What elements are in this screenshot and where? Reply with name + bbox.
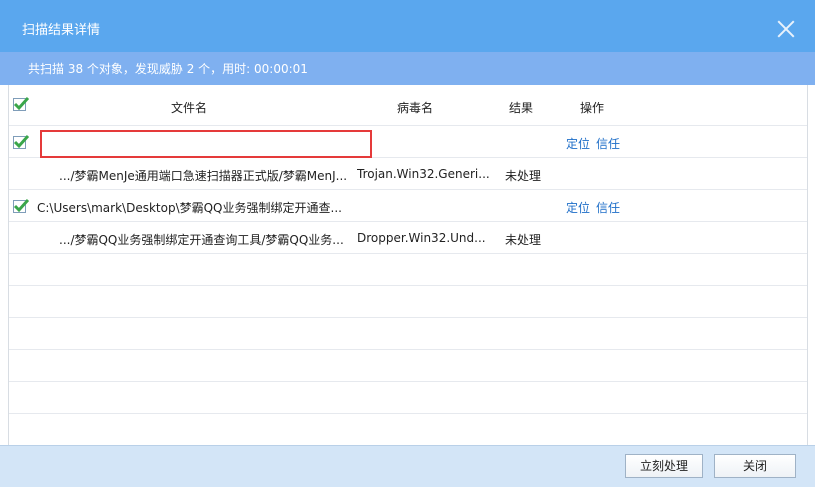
header-result: 结果: [509, 101, 534, 115]
header-filename: 文件名: [171, 101, 208, 115]
threat-detail-row: .../梦霸MenJe通用端口急速扫描器正式版/梦霸MenJ... Trojan…: [9, 158, 807, 190]
close-button[interactable]: 关闭: [714, 454, 796, 478]
locate-link[interactable]: 定位: [566, 199, 590, 216]
detail-virus: Dropper.Win32.Und...: [357, 231, 486, 245]
title-bar: 扫描结果详情: [0, 0, 815, 52]
detail-result: 未处理: [505, 233, 542, 247]
close-icon[interactable]: [777, 20, 795, 38]
threat-group-row[interactable]: 定位 信任: [9, 126, 807, 158]
locate-link[interactable]: 定位: [566, 135, 590, 152]
trust-link[interactable]: 信任: [596, 135, 620, 152]
process-now-button[interactable]: 立刻处理: [625, 454, 703, 478]
scan-summary-text: 共扫描 38 个对象，发现威胁 2 个，用时: 00:00:01: [28, 62, 308, 76]
trust-link[interactable]: 信任: [596, 199, 620, 216]
empty-row: [9, 350, 807, 382]
results-table: 文件名 病毒名 结果 操作 定位 信任 .../梦霸MenJe通用端口急速扫描器…: [8, 85, 808, 445]
empty-row: [9, 414, 807, 446]
table-header: 文件名 病毒名 结果 操作: [9, 85, 807, 126]
row-checkbox[interactable]: [13, 134, 29, 149]
empty-row: [9, 254, 807, 286]
header-virus-name: 病毒名: [397, 101, 434, 115]
detail-virus: Trojan.Win32.Generi...: [357, 167, 490, 181]
empty-row: [9, 286, 807, 318]
threat-group-row[interactable]: C:\Users\mark\Desktop\梦霸QQ业务强制绑定开通查... 定…: [9, 190, 807, 222]
scan-result-dialog: 扫描结果详情 共扫描 38 个对象，发现威胁 2 个，用时: 00:00:01 …: [0, 0, 815, 487]
highlight-box: [40, 130, 372, 158]
empty-row: [9, 318, 807, 350]
dialog-footer: 立刻处理 关闭: [0, 445, 815, 487]
dialog-title: 扫描结果详情: [22, 23, 101, 38]
detail-result: 未处理: [505, 169, 542, 183]
row-checkbox[interactable]: [13, 198, 29, 213]
threat-detail-row: .../梦霸QQ业务强制绑定开通查询工具/梦霸QQ业务... Dropper.W…: [9, 222, 807, 254]
threat-path: C:\Users\mark\Desktop\梦霸QQ业务强制绑定开通查...: [37, 201, 342, 215]
header-action: 操作: [580, 101, 605, 115]
detail-file: .../梦霸MenJe通用端口急速扫描器正式版/梦霸MenJ...: [59, 169, 348, 183]
detail-file: .../梦霸QQ业务强制绑定开通查询工具/梦霸QQ业务...: [59, 233, 344, 247]
empty-row: [9, 382, 807, 414]
scan-summary-bar: 共扫描 38 个对象，发现威胁 2 个，用时: 00:00:01: [0, 52, 815, 85]
select-all-checkbox[interactable]: [13, 96, 29, 111]
